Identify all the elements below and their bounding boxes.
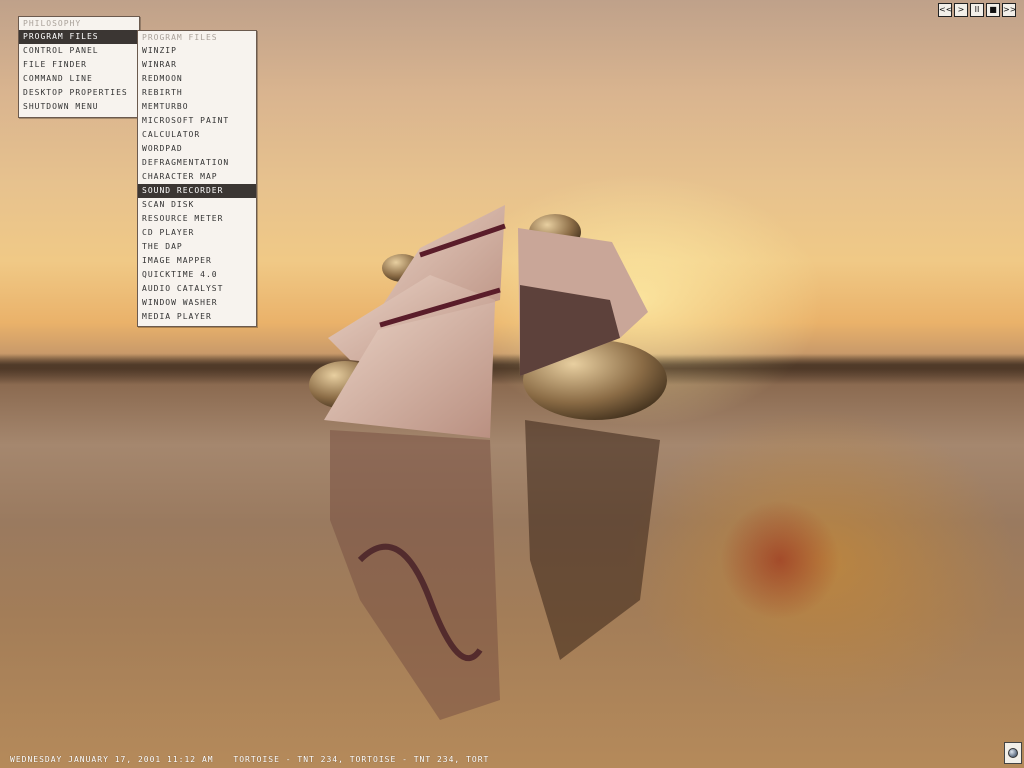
play-icon: > [957,5,965,14]
menu-item-calculator[interactable]: Calculator [138,128,256,142]
menu-item-cd-player[interactable]: CD Player [138,226,256,240]
menu-item-file-finder[interactable]: File Finder [19,58,139,72]
menu-item-command-line[interactable]: Command Line [19,72,139,86]
menu-item-program-files[interactable]: Program Files [19,30,139,44]
menu-item-redmoon[interactable]: RedMoon [138,72,256,86]
clock-text: Wednesday January 17, 2001 11:12 AM [10,755,214,764]
globe-icon [1008,748,1018,758]
tray-button[interactable] [1004,742,1022,764]
menu-item-audio-catalyst[interactable]: Audio Catalyst [138,282,256,296]
menu-item-defragmentation[interactable]: Defragmentation [138,156,256,170]
menu-item-wordpad[interactable]: WordPad [138,142,256,156]
menu-item-rebirth[interactable]: Rebirth [138,86,256,100]
main-menu-title: Philosophy [23,19,82,28]
next-button[interactable]: >> [1002,3,1016,17]
wallpaper-red-stain [720,500,840,620]
menu-item-image-mapper[interactable]: Image Mapper [138,254,256,268]
menu-item-sound-recorder[interactable]: Sound Recorder [138,184,256,198]
main-menu: Philosophy Program Files Control Panel F… [18,16,140,118]
pause-icon: II [974,5,980,14]
menu-item-quicktime[interactable]: QuickTime 4.0 [138,268,256,282]
submenu-title: Program Files [142,33,218,42]
stop-icon: ■ [989,5,997,14]
menu-item-winrar[interactable]: WinRAR [138,58,256,72]
menu-item-memturbo[interactable]: MemTurbo [138,100,256,114]
menu-item-microsoft-paint[interactable]: Microsoft Paint [138,114,256,128]
menu-item-desktop-properties[interactable]: Desktop Properties [19,86,139,100]
menu-item-media-player[interactable]: Media Player [138,310,256,324]
menu-item-shutdown-menu[interactable]: Shutdown Menu [19,100,139,114]
previous-button[interactable]: << [938,3,952,17]
pause-button[interactable]: II [970,3,984,17]
menu-item-control-panel[interactable]: Control Panel [19,44,139,58]
program-files-submenu: Program Files WinZip WinRAR RedMoon Rebi… [137,30,257,327]
menu-item-character-map[interactable]: Character Map [138,170,256,184]
play-button[interactable]: > [954,3,968,17]
ticker-text: Tortoise - TNT 234, Tortoise - TNT 234, … [233,755,490,764]
menu-item-winzip[interactable]: WinZip [138,44,256,58]
status-bar: Wednesday January 17, 2001 11:12 AM Tort… [10,755,503,764]
menu-item-resource-meter[interactable]: Resource Meter [138,212,256,226]
menu-item-the-dap[interactable]: The Dap [138,240,256,254]
prev-icon: << [939,5,953,14]
menu-item-window-washer[interactable]: Window Washer [138,296,256,310]
media-controls: << > II ■ >> [938,3,1016,17]
stop-button[interactable]: ■ [986,3,1000,17]
menu-item-scan-disk[interactable]: Scan Disk [138,198,256,212]
next-icon: >> [1003,5,1017,14]
